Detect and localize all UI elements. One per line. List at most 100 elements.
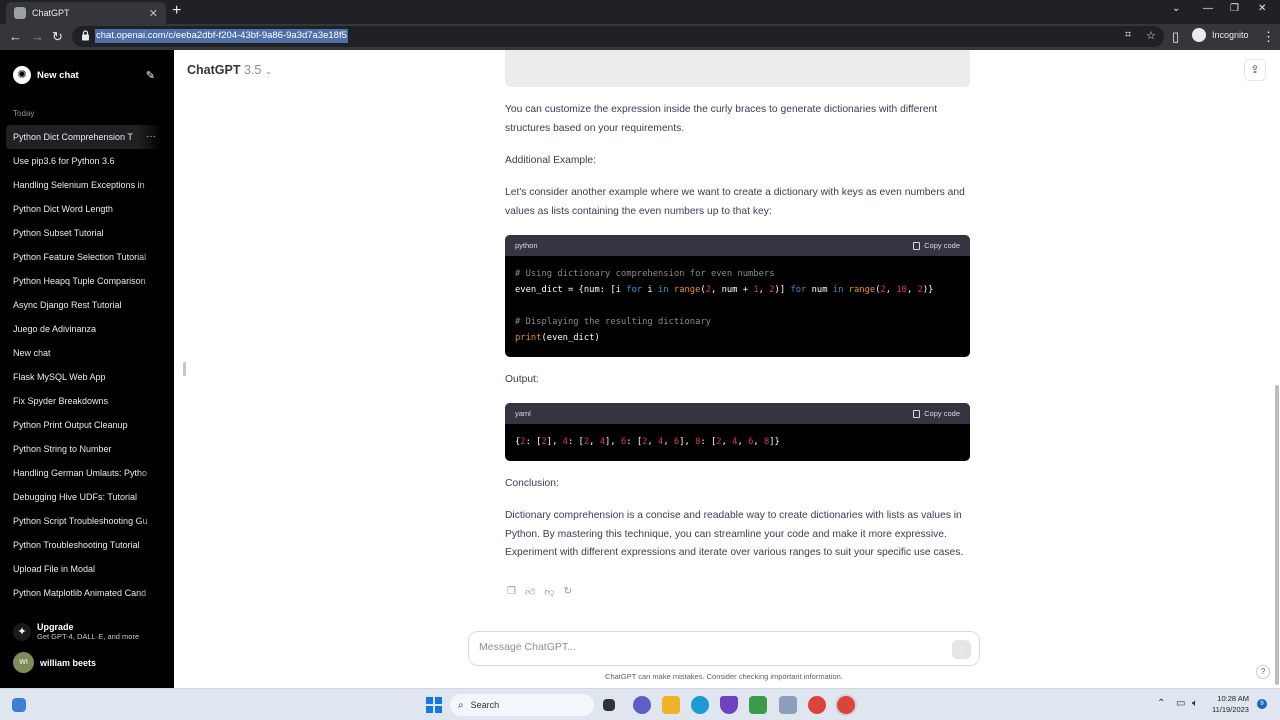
text-fade (138, 533, 162, 557)
chat-app-icon[interactable] (633, 696, 651, 714)
minimize-icon[interactable]: — (1203, 3, 1213, 14)
copy-code-button[interactable]: Copy code (913, 241, 960, 250)
close-tab-icon[interactable]: ✕ (149, 7, 158, 20)
bookmark-star-icon[interactable]: ☆ (1146, 29, 1156, 42)
close-window-icon[interactable]: ✕ (1258, 3, 1266, 14)
url-text[interactable]: chat.openai.com/c/eeba2dbf-f204-43bf-9a8… (95, 29, 348, 43)
chrome-icon[interactable] (808, 696, 826, 714)
sidebar-history-item[interactable]: Flask MySQL Web App (6, 365, 162, 389)
sidebar-history-item[interactable]: Python Troubleshooting Tutorial (6, 533, 162, 557)
new-tab-button[interactable]: + (172, 2, 181, 20)
sidebar-history-item[interactable]: Python Dict Comprehension T ··· (6, 125, 162, 149)
tray-chevron-icon[interactable]: ⌃ (1157, 698, 1165, 709)
new-chat-button[interactable]: ✺ New chat ✎ (6, 63, 162, 87)
sidebar-history-label: Handling Selenium Exceptions in (13, 180, 145, 190)
maximize-icon[interactable]: ❐ (1230, 3, 1239, 14)
share-icon: ⇪ (1250, 64, 1260, 76)
code-language: python (515, 241, 538, 250)
sidebar-history-item[interactable]: Python Subset Tutorial (6, 221, 162, 245)
back-icon[interactable]: ← (9, 29, 22, 44)
sidebar-collapse-handle[interactable] (183, 362, 186, 376)
taskbar-search[interactable]: ⌕ Search (450, 694, 594, 716)
user-menu[interactable]: WI william beets (13, 652, 96, 673)
chrome-incognito-icon[interactable] (837, 696, 855, 714)
notification-badge[interactable]: 9 (1257, 699, 1267, 709)
help-button[interactable]: ? (1256, 665, 1270, 679)
forward-icon[interactable]: → (31, 29, 44, 44)
code-content: {2: [2], 4: [2, 4], 6: [2, 4, 6], 8: [2,… (515, 437, 780, 447)
side-panel-icon[interactable]: ▯ (1172, 29, 1179, 45)
notepad-icon[interactable] (749, 696, 767, 714)
sidebar-history-item[interactable]: Python String to Number (6, 437, 162, 461)
browser-tab[interactable]: ChatGPT ✕ (6, 2, 166, 24)
sidebar-history-item[interactable]: New chat (6, 341, 162, 365)
code-block-yaml: yaml Copy code {2: [2], 4: [2, 4], 6: [2… (505, 403, 970, 461)
file-explorer-icon[interactable] (662, 696, 680, 714)
clipboard-icon (913, 409, 921, 418)
text-fade (138, 293, 162, 317)
more-options-icon[interactable]: ··· (146, 125, 156, 149)
sidebar-history-item[interactable]: Use pip3.6 for Python 3.6 (6, 149, 162, 173)
copy-message-icon[interactable]: ❐ (507, 586, 516, 598)
sidebar-history-label: Fix Spyder Breakdowns (13, 396, 109, 406)
sidebar-history-item[interactable]: Python Print Output Cleanup (6, 413, 162, 437)
desktop-widget-icon[interactable] (12, 698, 26, 712)
sidebar-history-item[interactable]: Python Script Troubleshooting Gu (6, 509, 162, 533)
message-composer: ↑ (468, 631, 980, 666)
sidebar-history-item[interactable]: Juego de Adivinanza (6, 317, 162, 341)
sidebar-history-item[interactable]: Async Django Rest Tutorial (6, 293, 162, 317)
sidebar-history-label: Python Dict Comprehension T (13, 132, 133, 142)
task-view-icon[interactable] (603, 699, 615, 711)
share-button[interactable]: ⇪ (1244, 59, 1266, 81)
edge-browser-icon[interactable] (691, 696, 709, 714)
browser-tab-bar: ChatGPT ✕ + ⌄ — ❐ ✕ (0, 0, 1280, 24)
image-viewer-icon[interactable] (779, 696, 797, 714)
site-info-icon[interactable] (81, 30, 90, 41)
sidebar-history-label: Python Dict Word Length (13, 204, 113, 214)
reload-icon[interactable]: ↻ (52, 29, 63, 45)
sidebar-history-item[interactable]: Handling German Umlauts: Pytho (6, 461, 162, 485)
text-fade (138, 221, 162, 245)
sidebar-history-item[interactable]: Python Heapq Tuple Comparison (6, 269, 162, 293)
sidebar-history-item[interactable]: Python Matplotlib Animated Cand (6, 581, 162, 605)
clock-date: 11/19/2023 (1212, 705, 1249, 714)
scrollbar-thumb[interactable] (1275, 385, 1279, 685)
taskbar-search-label: Search (470, 700, 500, 710)
thumbs-up-icon[interactable]: 👍︎ (525, 586, 535, 598)
browser-toolbar: ← → ↻ chat.openai.com/c/eeba2dbf-f204-43… (0, 24, 1280, 50)
sidebar-history-item[interactable]: Fix Spyder Breakdowns (6, 389, 162, 413)
regenerate-icon[interactable]: ↻ (564, 586, 572, 598)
incognito-eye-icon[interactable]: ⌗ (1125, 29, 1131, 42)
app-icon[interactable] (720, 696, 738, 714)
edit-icon[interactable]: ✎ (146, 69, 155, 82)
sidebar-history-label: Use pip3.6 for Python 3.6 (13, 156, 115, 166)
message-input[interactable] (479, 641, 939, 653)
upgrade-button[interactable]: ✦ Upgrade Get GPT-4, DALL·E, and more (13, 622, 139, 641)
previous-code-block (505, 50, 970, 87)
windows-start-icon[interactable] (426, 697, 442, 713)
sidebar-history-item[interactable]: Debugging Hive UDFs: Tutorial (6, 485, 162, 509)
sidebar-history-item[interactable]: Upload File in Modal (6, 557, 162, 581)
thumbs-down-icon[interactable]: 👎︎ (544, 586, 554, 598)
sidebar-history-label: Handling German Umlauts: Pytho (13, 468, 148, 478)
browser-menu-icon[interactable]: ⋮ (1262, 29, 1275, 45)
address-bar[interactable]: chat.openai.com/c/eeba2dbf-f204-43bf-9a8… (72, 26, 1164, 47)
model-selector[interactable]: ChatGPT 3.5 ⌄ (187, 63, 272, 77)
tab-search-icon[interactable]: ⌄ (1172, 3, 1180, 14)
sidebar-history-item[interactable]: Handling Selenium Exceptions in (6, 173, 162, 197)
sidebar-history-label: Python Script Troubleshooting Gu (13, 516, 148, 526)
os-taskbar: ⌕ Search ⌃ ▭ 🔈︎ 10:28 AM 11/19/2023 9 (0, 688, 1280, 720)
volume-icon[interactable]: 🔈︎ (1192, 698, 1198, 709)
taskbar-clock[interactable]: 10:28 AM 11/19/2023 (1212, 693, 1249, 715)
sidebar-history-item[interactable]: Python Feature Selection Tutorial (6, 245, 162, 269)
scrollbar[interactable] (1272, 50, 1280, 688)
sidebar-history-label: Upload File in Modal (13, 564, 96, 574)
copy-code-button[interactable]: Copy code (913, 409, 960, 418)
incognito-profile[interactable]: Incognito (1192, 28, 1249, 42)
search-icon: ⌕ (458, 699, 464, 711)
network-icon[interactable]: ▭ (1176, 698, 1185, 709)
send-button[interactable]: ↑ (952, 640, 971, 659)
sidebar-history-label: Python Feature Selection Tutorial (13, 252, 147, 262)
sidebar-history-item[interactable]: Python Dict Word Length (6, 197, 162, 221)
text-fade (138, 341, 162, 365)
